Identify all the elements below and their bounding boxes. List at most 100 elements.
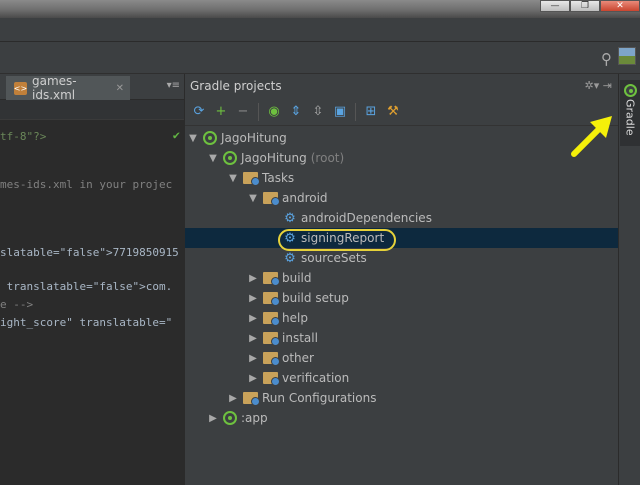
task-folder-icon [263, 292, 280, 306]
add-icon[interactable]: + [211, 102, 231, 122]
task-folder-icon [263, 312, 280, 326]
tree-node-androiddependencies[interactable]: ⚙ androidDependencies [185, 208, 619, 228]
task-folder-icon [243, 172, 260, 186]
collapsed-arrow-icon[interactable]: ▶ [207, 413, 219, 424]
tree-node-help[interactable]: ▶ help [185, 308, 619, 328]
tree-node-build-setup[interactable]: ▶ build setup [185, 288, 619, 308]
gradle-project-icon [223, 151, 237, 165]
inspection-ok-icon: ✔ [172, 128, 180, 142]
gradle-tool-tab[interactable]: Gradle [620, 80, 640, 146]
tree-node-other[interactable]: ▶ other [185, 348, 619, 368]
tree-node-jagohitung[interactable]: ▼ JagoHitung [185, 128, 619, 148]
gradle-tab-label: Gradle [623, 99, 637, 136]
tree-node-label: build [282, 271, 312, 285]
task-gear-icon: ⚙ [284, 250, 296, 266]
gradle-project-icon [203, 131, 217, 145]
code-line: slatable="false">7719850915 [0, 246, 179, 259]
menu-bar [0, 18, 640, 42]
group-tasks-icon[interactable]: ⊞ [361, 102, 381, 122]
tree-node-build[interactable]: ▶ build [185, 268, 619, 288]
editor-pane: <> games-ids.xml ✕ ▾≡ tf-8"?> mes-ids.xml… [0, 74, 184, 485]
search-everywhere-icon[interactable]: ⚲ [601, 50, 612, 68]
xml-file-icon: <> [13, 81, 28, 95]
settings-icon[interactable]: ⚒ [383, 102, 403, 122]
tree-node-label: install [282, 331, 318, 345]
expanded-arrow-icon[interactable]: ▼ [227, 173, 239, 184]
tree-node-android[interactable]: ▼ android [185, 188, 619, 208]
code-line: e --> [0, 298, 34, 311]
restore-button[interactable]: ❐ [570, 0, 600, 12]
code-line: ight_score" translatable=" [0, 316, 173, 329]
collapsed-arrow-icon[interactable]: ▶ [247, 373, 259, 384]
toolbar-separator [355, 102, 356, 121]
tree-node-label: :app [241, 411, 268, 425]
panel-settings-icon[interactable]: ✲▾ ⇥ [585, 79, 612, 92]
link-icon[interactable]: ▣ [330, 102, 350, 122]
tree-node-label: other [282, 351, 314, 365]
main-toolbar: ⚲ [0, 42, 640, 74]
close-tab-icon[interactable]: ✕ [116, 83, 124, 94]
task-folder-icon [263, 332, 280, 346]
code-line: mes-ids.xml in your projec [0, 178, 173, 191]
collapsed-arrow-icon[interactable]: ▶ [227, 393, 239, 404]
tree-node-install[interactable]: ▶ install [185, 328, 619, 348]
tree-node-verification[interactable]: ▶ verification [185, 368, 619, 388]
tree-node-label: sourceSets [301, 251, 367, 265]
collapsed-arrow-icon[interactable]: ▶ [247, 333, 259, 344]
tree-node-label: Run Configurations [262, 391, 377, 405]
tree-node-label: help [282, 311, 308, 325]
gradle-toolbar: ⟳ + − ◉ ⇕ ⇳ ▣ ⊞ ⚒ [185, 98, 618, 126]
expanded-arrow-icon[interactable]: ▼ [187, 133, 199, 144]
task-gear-icon: ⚙ [284, 210, 296, 226]
sdk-manager-icon[interactable] [618, 47, 636, 65]
collapse-all-icon[interactable]: ⇳ [308, 102, 328, 122]
panel-title: Gradle projects [190, 79, 282, 93]
tree-node-label: Tasks [262, 171, 295, 185]
annotation-arrow-icon [571, 116, 612, 157]
expanded-arrow-icon[interactable]: ▼ [247, 193, 259, 204]
tree-node-signingreport[interactable]: ⚙ signingReport [185, 228, 619, 248]
tree-node-jagohitung[interactable]: ▼ JagoHitung (root) [185, 148, 619, 168]
tree-node-app[interactable]: ▶ :app [185, 408, 619, 428]
task-folder-icon [243, 392, 260, 406]
tree-node-label: JagoHitung [241, 151, 307, 165]
collapsed-arrow-icon[interactable]: ▶ [247, 293, 259, 304]
tree-node-suffix: (root) [310, 151, 345, 165]
code-line: tf-8"?> [0, 130, 47, 143]
gradle-project-icon [223, 411, 237, 425]
expanded-arrow-icon[interactable]: ▼ [207, 153, 219, 164]
collapsed-arrow-icon[interactable]: ▶ [247, 273, 259, 284]
collapsed-arrow-icon[interactable]: ▶ [247, 353, 259, 364]
tab-games-ids-xml[interactable]: <> games-ids.xml ✕ [6, 74, 130, 102]
toolbar-separator [258, 102, 259, 121]
collapsed-arrow-icon[interactable]: ▶ [247, 313, 259, 324]
task-folder-icon [263, 272, 280, 286]
right-tool-strip: Gradle [618, 74, 640, 485]
tree-node-label: verification [282, 371, 350, 385]
refresh-icon[interactable]: ⟳ [189, 102, 209, 122]
tree-node-sourcesets[interactable]: ⚙ sourceSets [185, 248, 619, 268]
close-window-button[interactable]: ✕ [600, 0, 640, 12]
window-title-bar: — ❐ ✕ [0, 0, 640, 18]
tab-list-menu-icon[interactable]: ▾≡ [167, 80, 180, 91]
execute-task-icon[interactable]: ◉ [264, 102, 284, 122]
tree-node-run-configurations[interactable]: ▶ Run Configurations [185, 388, 619, 408]
gradle-icon [623, 84, 637, 97]
minimize-button[interactable]: — [540, 0, 570, 12]
tree-node-tasks[interactable]: ▼ Tasks [185, 168, 619, 188]
expand-all-icon[interactable]: ⇕ [286, 102, 306, 122]
task-folder-icon [263, 192, 280, 206]
tab-label: games-ids.xml [32, 74, 77, 102]
task-folder-icon [263, 372, 280, 386]
tree-node-label: androidDependencies [301, 211, 432, 225]
tree-node-label: build setup [282, 291, 349, 305]
remove-icon[interactable]: − [233, 102, 253, 122]
gradle-panel-header: Gradle projects ✲▾ ⇥ [185, 74, 618, 98]
editor-tab-bar: <> games-ids.xml ✕ ▾≡ [0, 74, 184, 102]
window-controls: — ❐ ✕ [540, 0, 640, 12]
editor-breadcrumb-strip [0, 100, 184, 120]
gradle-tool-window: Gradle projects ✲▾ ⇥ ⟳ + − ◉ ⇕ ⇳ ▣ ⊞ ⚒ ▼ JagoHitu… [184, 74, 619, 485]
tree-node-label: JagoHitung [221, 131, 287, 145]
highlight-circle [278, 229, 396, 251]
code-line: translatable="false">com. [0, 280, 173, 293]
